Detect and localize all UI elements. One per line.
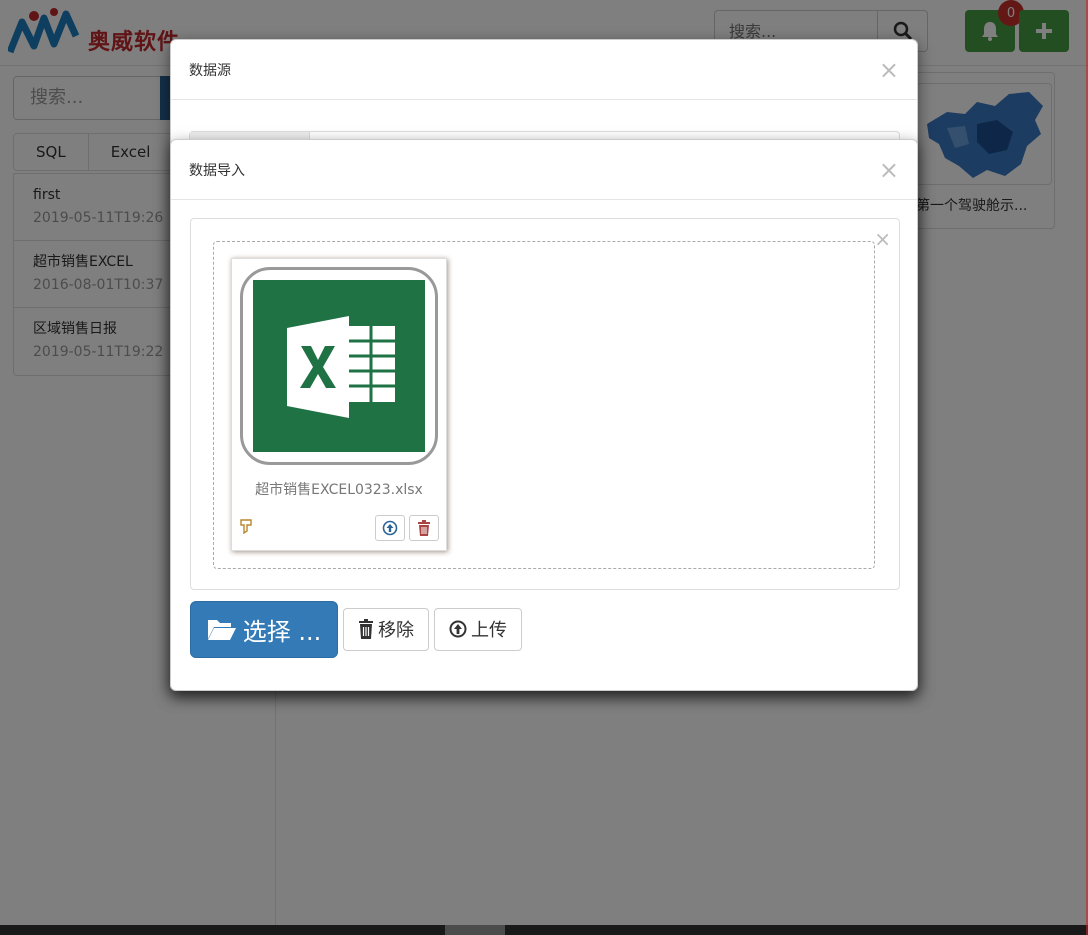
file-name: 超市销售EXCEL0323.xlsx — [255, 482, 423, 498]
modal-title: 数据源 — [189, 62, 231, 79]
import-actions: 选择 ... 移除 上传 — [190, 598, 522, 658]
upload-button[interactable]: 上传 — [434, 607, 522, 651]
file-thumbnail — [240, 267, 438, 465]
modal-header: 数据导入 × — [171, 140, 917, 200]
trash-icon — [359, 619, 373, 639]
modal-title: 数据导入 — [189, 162, 245, 179]
file-remove-button[interactable] — [409, 515, 439, 541]
close-icon[interactable]: × — [879, 58, 899, 82]
drag-handle-icon[interactable] — [238, 517, 254, 535]
excel-file-icon — [253, 280, 425, 452]
file-drop-zone[interactable]: 超市销售EXCEL0323.xlsx — [213, 241, 875, 569]
file-preview-panel: × 超市销售EXCEL0323.xlsx — [190, 218, 900, 590]
file-upload-button[interactable] — [375, 515, 405, 541]
browse-button-label: 选择 ... — [242, 617, 322, 646]
modal-header: 数据源 × — [171, 40, 917, 100]
remove-button-label: 移除 — [378, 620, 414, 641]
upload-circle-icon — [449, 620, 467, 638]
upload-circle-icon — [382, 520, 398, 536]
upload-button-label: 上传 — [471, 620, 507, 641]
browse-button[interactable]: 选择 ... — [190, 600, 338, 658]
file-preview-card: 超市销售EXCEL0323.xlsx — [231, 258, 447, 551]
folder-open-icon — [207, 620, 236, 640]
import-modal: 数据导入 × × 超市销售EXCEL0323.xlsx 选择 ... 移除 上传 — [170, 139, 918, 691]
remove-button[interactable]: 移除 — [343, 607, 429, 651]
clear-preview-icon[interactable]: × — [874, 229, 891, 249]
trash-icon — [418, 520, 430, 536]
close-icon[interactable]: × — [879, 158, 899, 182]
